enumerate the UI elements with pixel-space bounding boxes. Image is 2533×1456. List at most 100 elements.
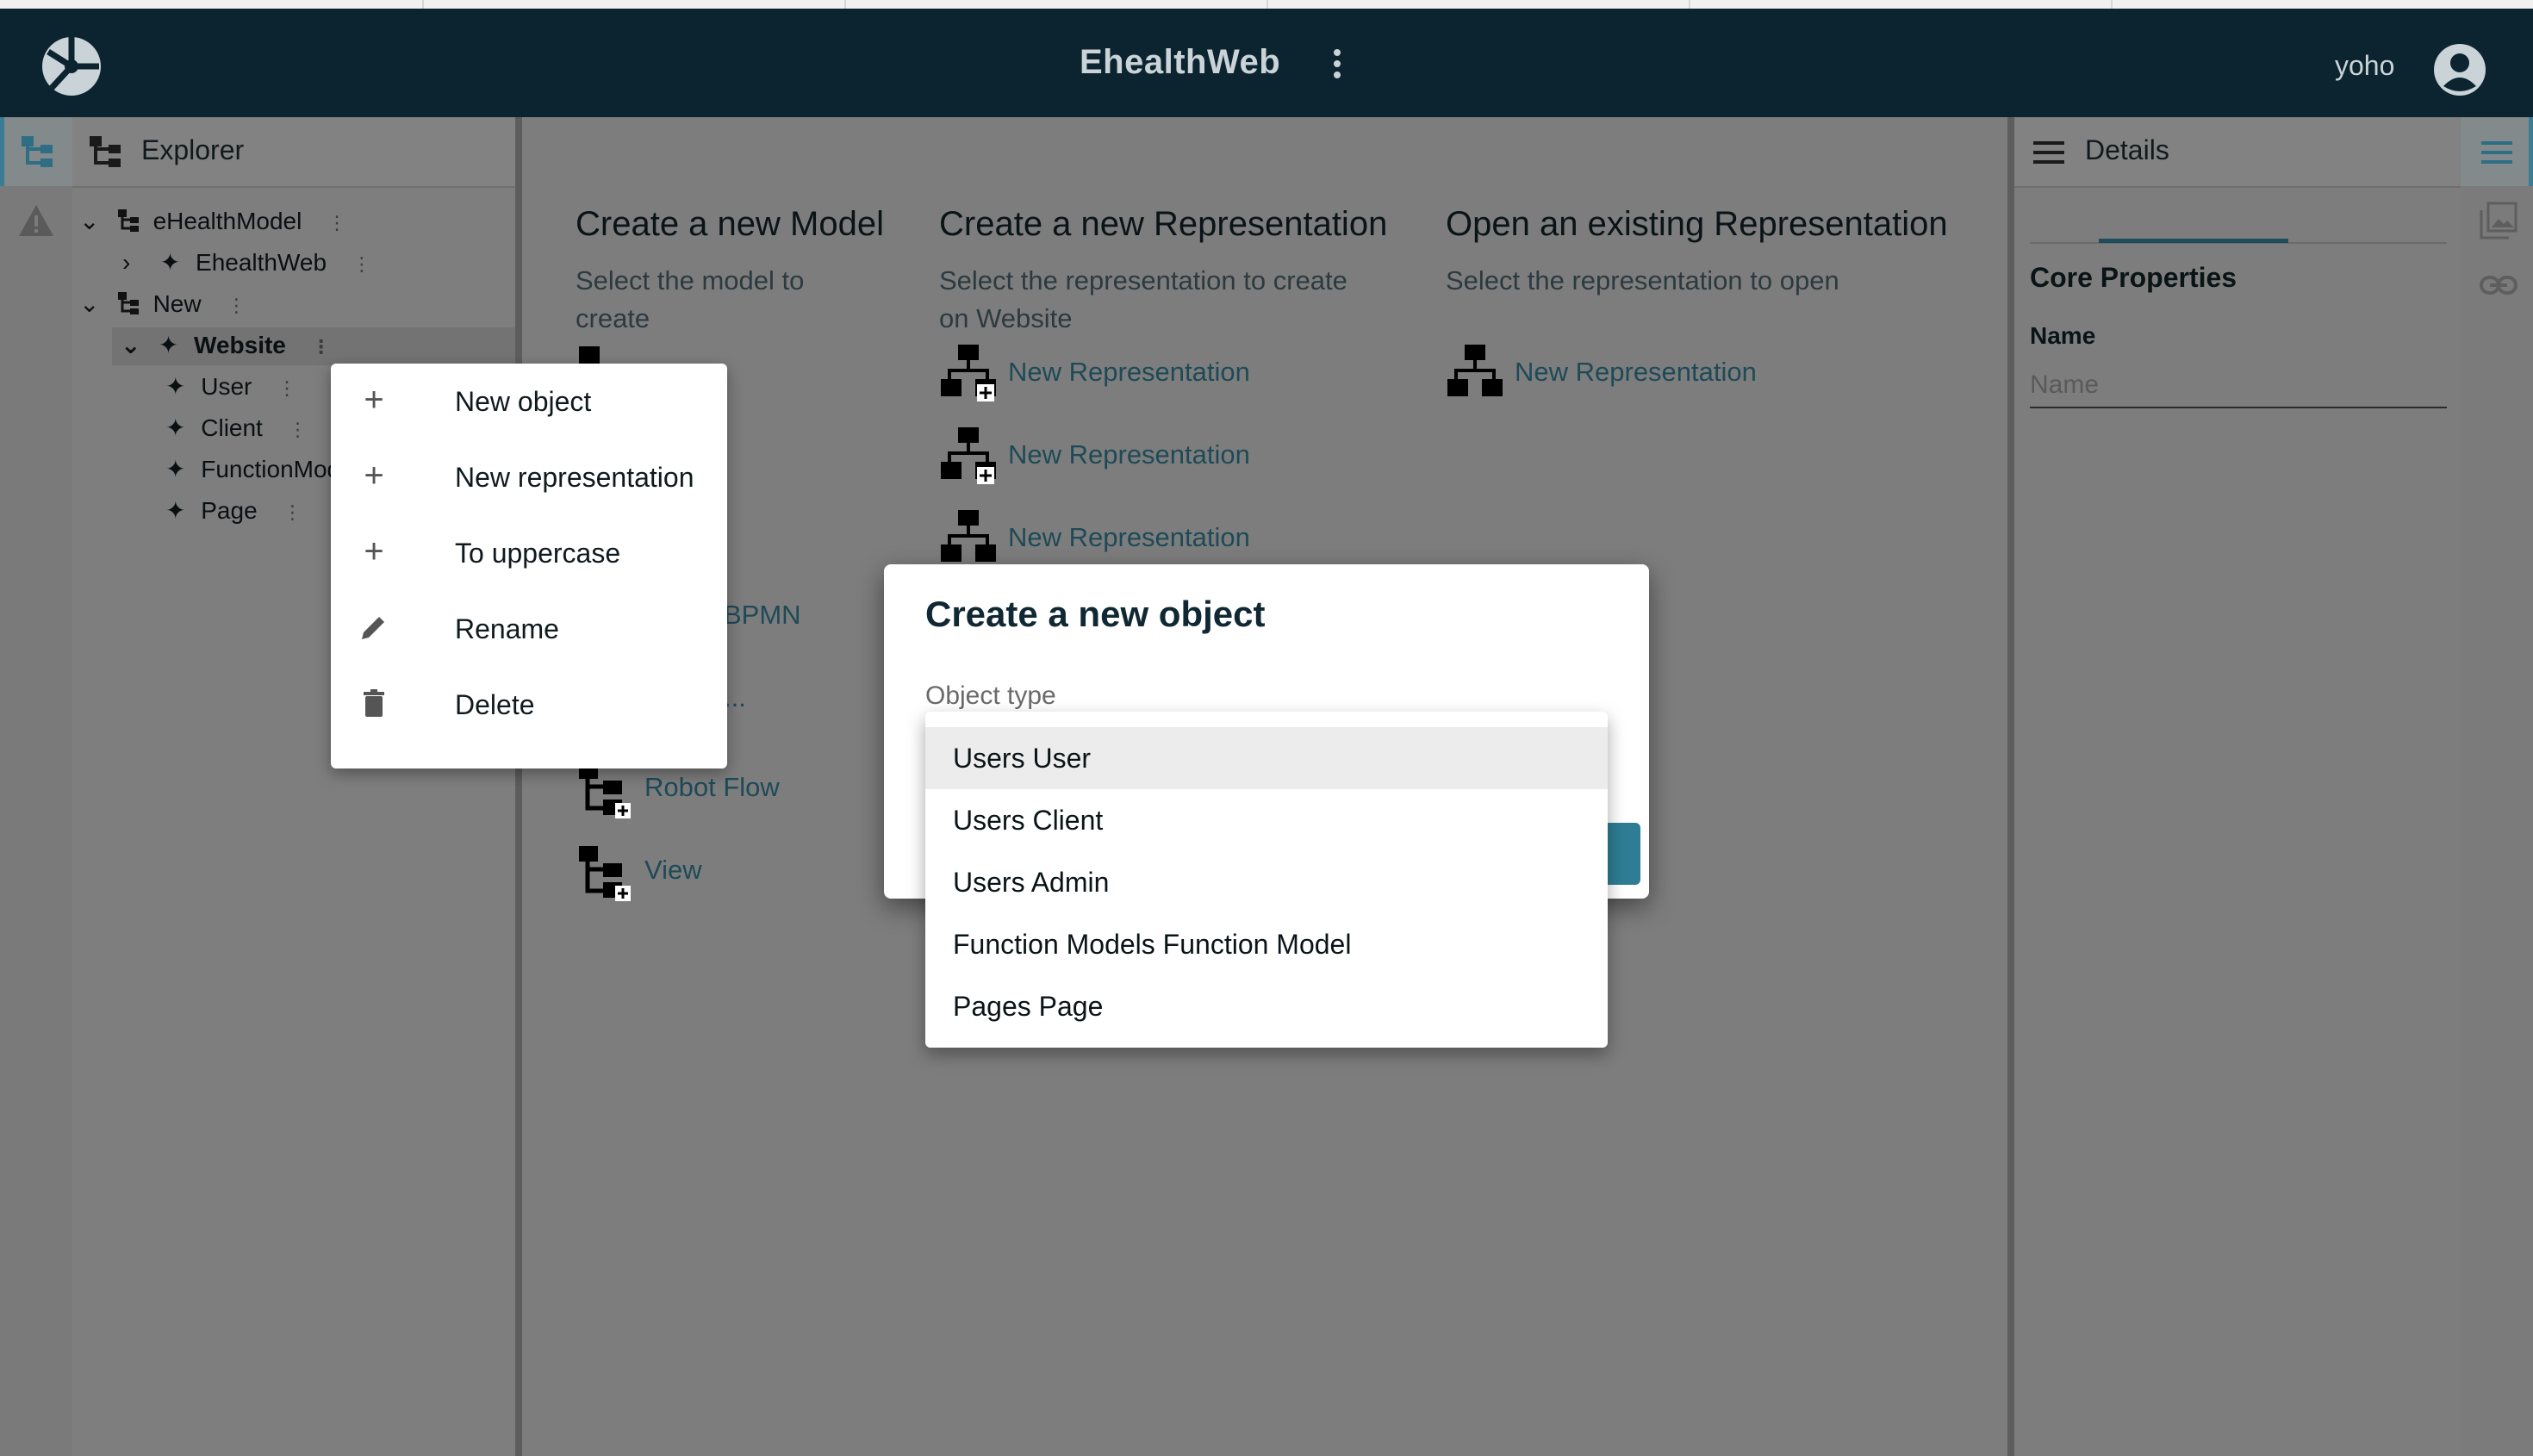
tree-item-label: eHealthModel [152,208,302,234]
tree-item-label: Website [194,332,286,358]
explorer-title: Explorer [141,134,245,165]
object-icon: ✦ [165,456,186,482]
create-representation-title: Create a new Representation [939,205,1388,243]
create-model-title: Create a new Model [576,205,884,243]
menu-item-rename[interactable]: Rename [331,591,727,667]
object-icon: ✦ [159,249,181,276]
project-menu-kebab-icon[interactable] [1325,47,1349,88]
top-navbar: EhealthWeb yoho [0,9,2533,117]
name-input[interactable]: Name [2030,367,2447,408]
menu-item-new-object[interactable]: + New object [331,364,727,439]
existing-representation-link[interactable]: New Representation [1515,357,1757,388]
option-label: Users User [953,743,1092,774]
object-icon: ✦ [165,414,186,441]
more-vert-icon[interactable]: ⋮ [312,336,331,358]
pencil-icon [362,617,384,639]
more-vert-icon[interactable]: ⋮ [327,212,346,233]
model-template-link[interactable]: Robot Flow [644,772,780,803]
menu-icon [2481,141,2512,164]
link-icon[interactable] [2480,272,2517,298]
menu-item-label: To uppercase [455,538,621,569]
option-label: Users Client [953,805,1104,836]
warning-icon[interactable] [17,203,55,238]
menu-item-new-representation[interactable]: + New representation [331,439,727,515]
model-icon [117,209,139,232]
tree-item-label: FunctionMod [201,456,341,482]
tree-item-label: New [152,290,202,317]
more-vert-icon[interactable]: ⋮ [227,295,246,316]
menu-item-to-uppercase[interactable]: + To uppercase [331,515,727,591]
option-pages-page[interactable]: Pages Page [925,975,1608,1037]
app-logo-icon[interactable] [40,34,103,98]
more-vert-icon[interactable]: ⋮ [289,419,308,440]
chevron-down-icon[interactable]: ⌄ [79,289,99,318]
object-icon: ✦ [158,332,179,358]
new-representation-link[interactable]: New Representation [1008,357,1250,388]
menu-item-label: New representation [455,462,694,493]
details-header: Details [2014,117,2461,188]
user-avatar-icon[interactable] [2433,43,2486,96]
subtitle-line: Select the representation to create [939,265,1347,296]
diagram-icon[interactable] [939,508,998,567]
more-vert-icon[interactable]: ⋮ [352,253,371,275]
diagram-icon[interactable] [1446,343,1504,401]
model-template-link[interactable]: BPMN [724,600,801,631]
tree-item-new[interactable]: ⌄ New ⋮ [79,289,246,318]
create-model-subtitle: Select the model to create [576,262,804,338]
tree-item-label: User [201,373,252,400]
details-view-toggle[interactable] [2461,117,2533,186]
option-function-model[interactable]: Function Models Function Model [925,913,1608,975]
tree-item-page[interactable]: ✦ Page ⋮ [165,496,302,525]
chevron-down-icon[interactable]: ⌄ [121,331,140,359]
explorer-splitter[interactable] [515,117,522,1456]
menu-item-label: New object [455,386,592,417]
subtitle-line: on Website [939,303,1073,333]
tree-item-user[interactable]: ✦ User ⋮ [165,372,296,401]
model-template-link[interactable]: View [644,855,702,886]
tree-item-label: Page [201,497,258,524]
details-tab-indicator[interactable] [2099,239,2288,243]
project-title: EhealthWeb [1080,43,1281,81]
plus-icon: + [364,457,384,495]
object-icon: ✦ [165,497,186,524]
tree-icon [90,136,121,167]
tree-item-ehealthweb[interactable]: › ✦ EhealthWeb ⋮ [122,248,371,277]
object-type-label: Object type [925,681,1056,710]
image-gallery-icon[interactable] [2480,202,2517,240]
tree-item-ehealthmodel[interactable]: ⌄ eHealthModel ⋮ [79,207,346,235]
tree-item-client[interactable]: ✦ Client ⋮ [165,414,308,442]
new-representation-link[interactable]: New Representation [1008,522,1250,553]
option-users-client[interactable]: Users Client [925,789,1608,851]
option-label: Function Models Function Model [953,929,1352,960]
left-activity-bar [0,117,72,1456]
object-icon: ✦ [165,373,186,400]
option-label: Users Admin [953,867,1110,898]
more-vert-icon[interactable]: ⋮ [283,501,302,523]
tree-item-website[interactable]: ⌄ ✦ Website ⋮ [121,331,331,359]
diagram-icon[interactable] [939,426,998,484]
username: yoho [2335,50,2395,81]
option-users-user[interactable]: Users User [925,727,1608,789]
menu-item-label: Rename [455,613,559,644]
tree-icon [22,136,53,167]
tree-item-functionmodel[interactable]: ✦ FunctionMod [165,455,340,483]
object-type-dropdown: Users User Users Client Users Admin Func… [925,712,1608,1048]
menu-item-delete[interactable]: Delete [331,667,727,743]
chevron-down-icon[interactable]: ⌄ [79,207,99,235]
details-title: Details [2085,134,2169,165]
subtitle-line: Select the model to [576,265,805,296]
explorer-view-toggle[interactable] [0,117,72,186]
more-vert-icon[interactable]: ⋮ [277,377,296,399]
model-template-icon[interactable] [577,844,636,903]
plus-icon: + [364,532,384,570]
option-label: Pages Page [953,991,1104,1022]
chevron-right-icon[interactable]: › [122,249,141,277]
menu-item-label: Delete [455,689,535,720]
model-template-icon[interactable] [577,762,636,820]
subtitle-line: create [576,303,650,333]
new-representation-link[interactable]: New Representation [1008,439,1250,470]
trash-icon [364,689,384,717]
diagram-icon[interactable] [939,343,998,401]
option-users-admin[interactable]: Users Admin [925,851,1608,913]
details-splitter[interactable] [2007,117,2014,1456]
